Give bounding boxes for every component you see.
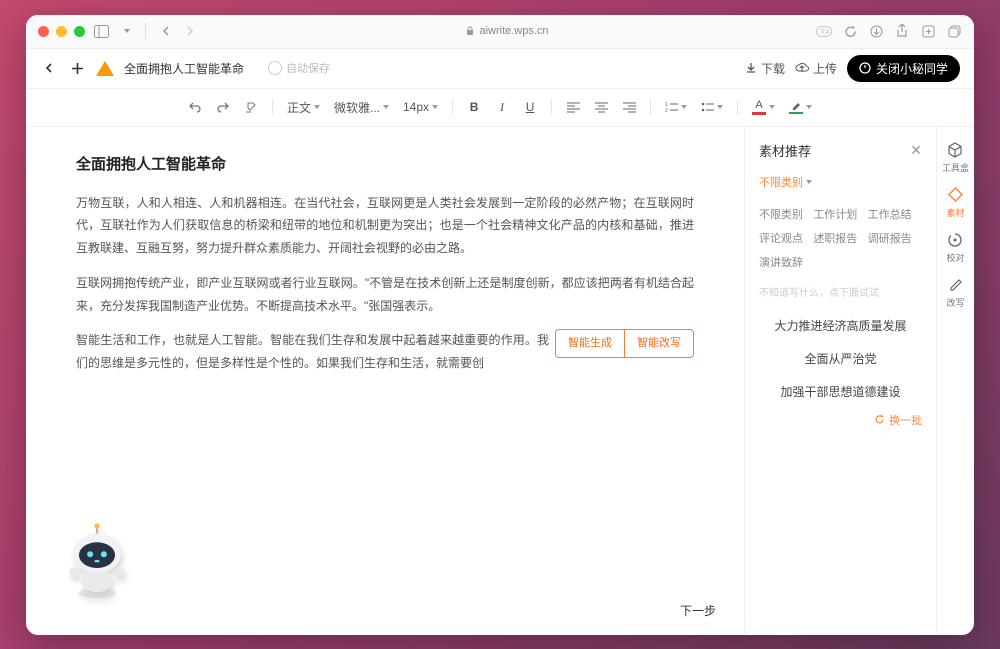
sidebar-toggle-icon[interactable] xyxy=(93,23,109,39)
font-family-dropdown[interactable]: 微软雅... xyxy=(330,95,393,119)
category-chip[interactable]: 不限类别 xyxy=(759,202,813,226)
app-toolbar: 全面拥抱人工智能革命 自动保存 下载 上传 关闭小秘同学 xyxy=(26,49,974,89)
tab-dropdown-icon[interactable] xyxy=(117,23,133,39)
redo-button[interactable] xyxy=(212,95,234,119)
doc-heading: 全面拥抱人工智能革命 xyxy=(76,153,694,174)
upload-button[interactable]: 上传 xyxy=(795,60,837,77)
reload-small-icon xyxy=(268,61,282,75)
rail-material[interactable]: 素材 xyxy=(946,186,964,219)
material-panel: 素材推荐 ✕ 不限类别 不限类别 工作计划 工作总结 评论观点 述职报告 调研报… xyxy=(744,127,936,635)
doc-paragraph: 互联网拥抱传统产业，即产业互联网或者行业互联网。"不管是在技术创新上还是制度创新… xyxy=(76,272,694,318)
close-icon[interactable]: ✕ xyxy=(910,142,922,159)
window-minimize[interactable] xyxy=(56,26,67,37)
category-chip[interactable]: 调研报告 xyxy=(868,226,922,250)
doc-paragraph: 万物互联，人和人相连、人和机器相连。在当代社会，互联网更是人类社会发展到一定阶段… xyxy=(76,192,694,260)
proofread-icon xyxy=(946,231,964,249)
app-logo-icon xyxy=(96,59,114,77)
suggestion-item[interactable]: 全面从严治党 xyxy=(759,342,922,375)
refresh-suggestions-button[interactable]: 换一批 xyxy=(759,412,922,428)
app-window: aiwrite.wps.cn 文A 全面拥抱人工智能革命 自动保存 下载 上传 xyxy=(26,15,974,635)
highlight-color-button[interactable] xyxy=(785,95,816,119)
paragraph-style-dropdown[interactable]: 正文 xyxy=(283,95,324,119)
tool-rail: 工具盒 素材 校对 改写 xyxy=(936,127,974,635)
reload-icon[interactable] xyxy=(842,23,858,39)
download-chrome-icon[interactable] xyxy=(868,23,884,39)
address-bar[interactable]: aiwrite.wps.cn xyxy=(206,25,808,37)
category-chip[interactable]: 演讲致辞 xyxy=(759,250,813,274)
suggestion-item[interactable]: 加强干部思想道德建设 xyxy=(759,375,922,408)
main-area: 全面拥抱人工智能革命 万物互联，人和人相连、人和机器相连。在当代社会，互联网更是… xyxy=(26,127,974,635)
nav-forward-icon[interactable] xyxy=(182,23,198,39)
material-panel-title: 素材推荐 xyxy=(759,141,811,160)
rail-proofread[interactable]: 校对 xyxy=(946,231,964,264)
close-assistant-button[interactable]: 关闭小秘同学 xyxy=(847,55,960,82)
assistant-avatar[interactable] xyxy=(54,519,140,605)
align-right-button[interactable] xyxy=(618,95,640,119)
category-chip[interactable]: 工作计划 xyxy=(813,202,867,226)
lock-icon xyxy=(465,26,475,36)
italic-button[interactable]: I xyxy=(491,95,513,119)
category-chip[interactable]: 述职报告 xyxy=(813,226,867,250)
rewrite-icon xyxy=(946,276,964,294)
next-step-button[interactable]: 下一步 xyxy=(680,602,716,619)
autosave-indicator: 自动保存 xyxy=(268,60,330,76)
align-left-button[interactable] xyxy=(562,95,584,119)
svg-text:文A: 文A xyxy=(820,27,830,35)
category-grid: 不限类别 工作计划 工作总结 评论观点 述职报告 调研报告 演讲致辞 xyxy=(759,202,922,274)
document-title: 全面拥抱人工智能革命 xyxy=(124,60,244,77)
rail-rewrite[interactable]: 改写 xyxy=(946,276,964,309)
unordered-list-button[interactable] xyxy=(697,95,727,119)
back-icon[interactable] xyxy=(40,59,58,77)
doc-paragraph: 智能生成 智能改写 智能生活和工作，也就是人工智能。智能在我们生存和发展中起着越… xyxy=(76,329,694,375)
suggestion-hint: 不知道写什么，点下面试试 xyxy=(759,284,922,299)
window-maximize[interactable] xyxy=(74,26,85,37)
text-color-button[interactable]: A xyxy=(748,95,779,119)
category-chip[interactable]: 评论观点 xyxy=(759,226,813,250)
ai-inline-actions: 智能生成 智能改写 xyxy=(555,329,694,358)
nav-back-icon[interactable] xyxy=(158,23,174,39)
browser-chrome: aiwrite.wps.cn 文A xyxy=(26,15,974,49)
tabs-icon[interactable] xyxy=(946,23,962,39)
svg-text:2: 2 xyxy=(665,108,668,113)
refresh-icon xyxy=(874,414,885,425)
ai-rewrite-button[interactable]: 智能改写 xyxy=(625,330,693,357)
align-center-button[interactable] xyxy=(590,95,612,119)
underline-button[interactable]: U xyxy=(519,95,541,119)
category-filter-dropdown[interactable]: 不限类别 xyxy=(759,174,812,190)
download-button[interactable]: 下载 xyxy=(745,60,785,77)
rail-toolbox[interactable]: 工具盒 xyxy=(942,141,969,174)
translate-icon[interactable]: 文A xyxy=(816,23,832,39)
ordered-list-button[interactable]: 12 xyxy=(661,95,691,119)
window-close[interactable] xyxy=(38,26,49,37)
ai-generate-button[interactable]: 智能生成 xyxy=(556,330,625,357)
category-chip[interactable]: 工作总结 xyxy=(868,202,922,226)
traffic-lights xyxy=(38,26,85,37)
clear-format-button[interactable] xyxy=(240,95,262,119)
url-text: aiwrite.wps.cn xyxy=(479,25,548,37)
bold-button[interactable]: B xyxy=(463,95,485,119)
font-size-dropdown[interactable]: 14px xyxy=(399,95,442,119)
suggestion-item[interactable]: 大力推进经济高质量发展 xyxy=(759,309,922,342)
undo-button[interactable] xyxy=(184,95,206,119)
editor-toolbar: 正文 微软雅... 14px B I U 12 A xyxy=(26,89,974,127)
toolbox-icon xyxy=(946,141,964,159)
material-icon xyxy=(946,186,964,204)
new-tab-icon[interactable] xyxy=(920,23,936,39)
share-icon[interactable] xyxy=(894,23,910,39)
add-icon[interactable] xyxy=(68,59,86,77)
